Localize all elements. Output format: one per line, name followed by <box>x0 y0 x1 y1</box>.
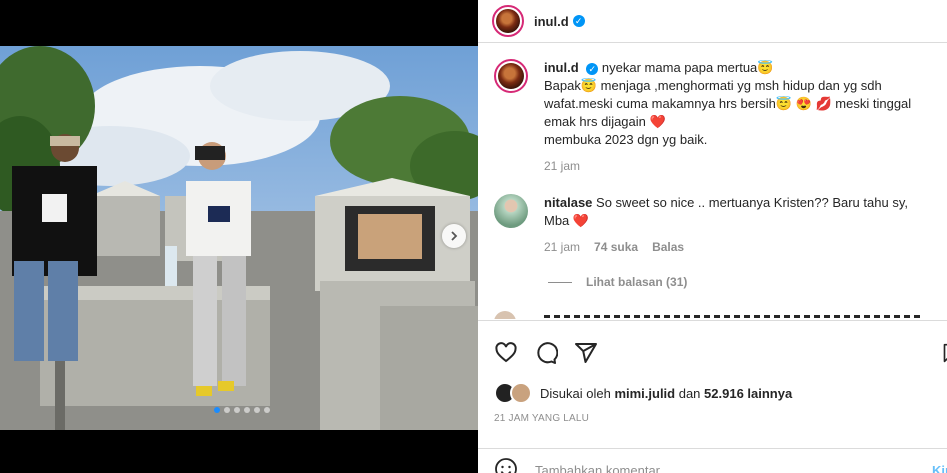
actions-section: Disukai oleh mimi.julid dan 52.916 lainn… <box>478 320 947 473</box>
comment-input-bar: Tambahkan komentar... Kirim <box>478 448 947 473</box>
carousel-dot <box>234 407 240 413</box>
share-icon[interactable] <box>574 341 598 365</box>
verified-badge-icon: ✓ <box>572 15 585 27</box>
post-comment-button[interactable]: Kirim <box>932 463 947 473</box>
comment-time: 21 jam <box>544 240 581 254</box>
comments-list: inul.d ✓ nyekar mama papa mertua😇 Bapak😇… <box>478 43 947 319</box>
comment-icon[interactable] <box>534 341 558 365</box>
carousel-dot <box>264 407 270 413</box>
carousel-indicator <box>214 407 270 413</box>
view-replies-button[interactable]: Lihat balasan (31) <box>548 275 687 289</box>
author-username[interactable]: inul.d <box>534 14 569 29</box>
likes-count[interactable]: 52.916 lainnya <box>704 386 792 401</box>
carousel-dot-active <box>214 407 220 413</box>
likes-summary: Disukai oleh mimi.julid dan 52.916 lainn… <box>494 382 792 404</box>
caption-time: 21 jam <box>544 159 581 173</box>
likes-text: Disukai oleh mimi.julid dan 52.916 lainn… <box>540 386 792 401</box>
caption-row: inul.d ✓ nyekar mama papa mertua😇 Bapak😇… <box>494 59 928 175</box>
next-comment-partial <box>494 311 934 319</box>
verified-badge-icon: ✓ <box>586 62 599 75</box>
carousel-dot <box>224 407 230 413</box>
reply-button[interactable]: Balas <box>652 238 684 256</box>
likes-prefix: Disukai oleh <box>540 385 615 401</box>
author-avatar[interactable] <box>492 5 524 37</box>
comment-row: nitalase So sweet so nice .. mertuanya K… <box>494 194 928 256</box>
caption-line: emak hrs dijagain ❤️ <box>544 114 666 129</box>
post-photo[interactable] <box>0 46 478 430</box>
commenter-username[interactable]: nitalase <box>544 195 592 210</box>
carousel-dot <box>244 407 250 413</box>
caption-avatar[interactable] <box>494 59 528 93</box>
caption-username[interactable]: inul.d <box>544 60 579 75</box>
post-timestamp[interactable]: 21 JAM YANG LALU <box>494 413 589 424</box>
carousel-next-button[interactable] <box>442 224 466 248</box>
caption-line: Bapak😇 menjaga ,menghormati yg msh hidup… <box>544 78 882 93</box>
emoji-icon[interactable] <box>494 457 518 473</box>
reply-divider <box>548 281 572 283</box>
commenter-avatar[interactable] <box>494 194 528 228</box>
action-icons <box>494 341 598 365</box>
post-header: inul.d ✓ <box>478 0 947 43</box>
instagram-post-modal: inul.d ✓ inul.d ✓ nyekar mama papa mertu… <box>0 0 947 473</box>
liker-avatar[interactable] <box>510 382 532 404</box>
comment-line: So sweet so nice .. mertuanya Kristen?? … <box>596 195 908 210</box>
caption-line: membuka 2023 dgn yg baik. <box>544 132 708 147</box>
chevron-right-icon <box>451 231 458 241</box>
comment-likes[interactable]: 74 suka <box>594 238 638 256</box>
caption-text: inul.d ✓ nyekar mama papa mertua😇 Bapak😇… <box>544 59 928 175</box>
carousel-dot <box>254 407 260 413</box>
post-sidebar: inul.d ✓ inul.d ✓ nyekar mama papa mertu… <box>478 0 947 473</box>
comment-input[interactable]: Tambahkan komentar... <box>535 463 670 473</box>
bookmark-icon[interactable] <box>942 341 947 365</box>
comment-line: Mba ❤️ <box>544 213 590 228</box>
heart-icon[interactable] <box>494 341 518 365</box>
comment-text: nitalase So sweet so nice .. mertuanya K… <box>544 194 928 256</box>
view-replies-label: Lihat balasan (31) <box>586 275 688 289</box>
caption-line: wafat.meski cuma makamnya hrs bersih😇 😍 … <box>544 96 912 111</box>
likes-user[interactable]: mimi.julid <box>614 386 675 401</box>
caption-line: nyekar mama papa mertua😇 <box>601 60 774 75</box>
media-pane <box>0 0 478 473</box>
likes-middle: dan <box>675 385 705 401</box>
